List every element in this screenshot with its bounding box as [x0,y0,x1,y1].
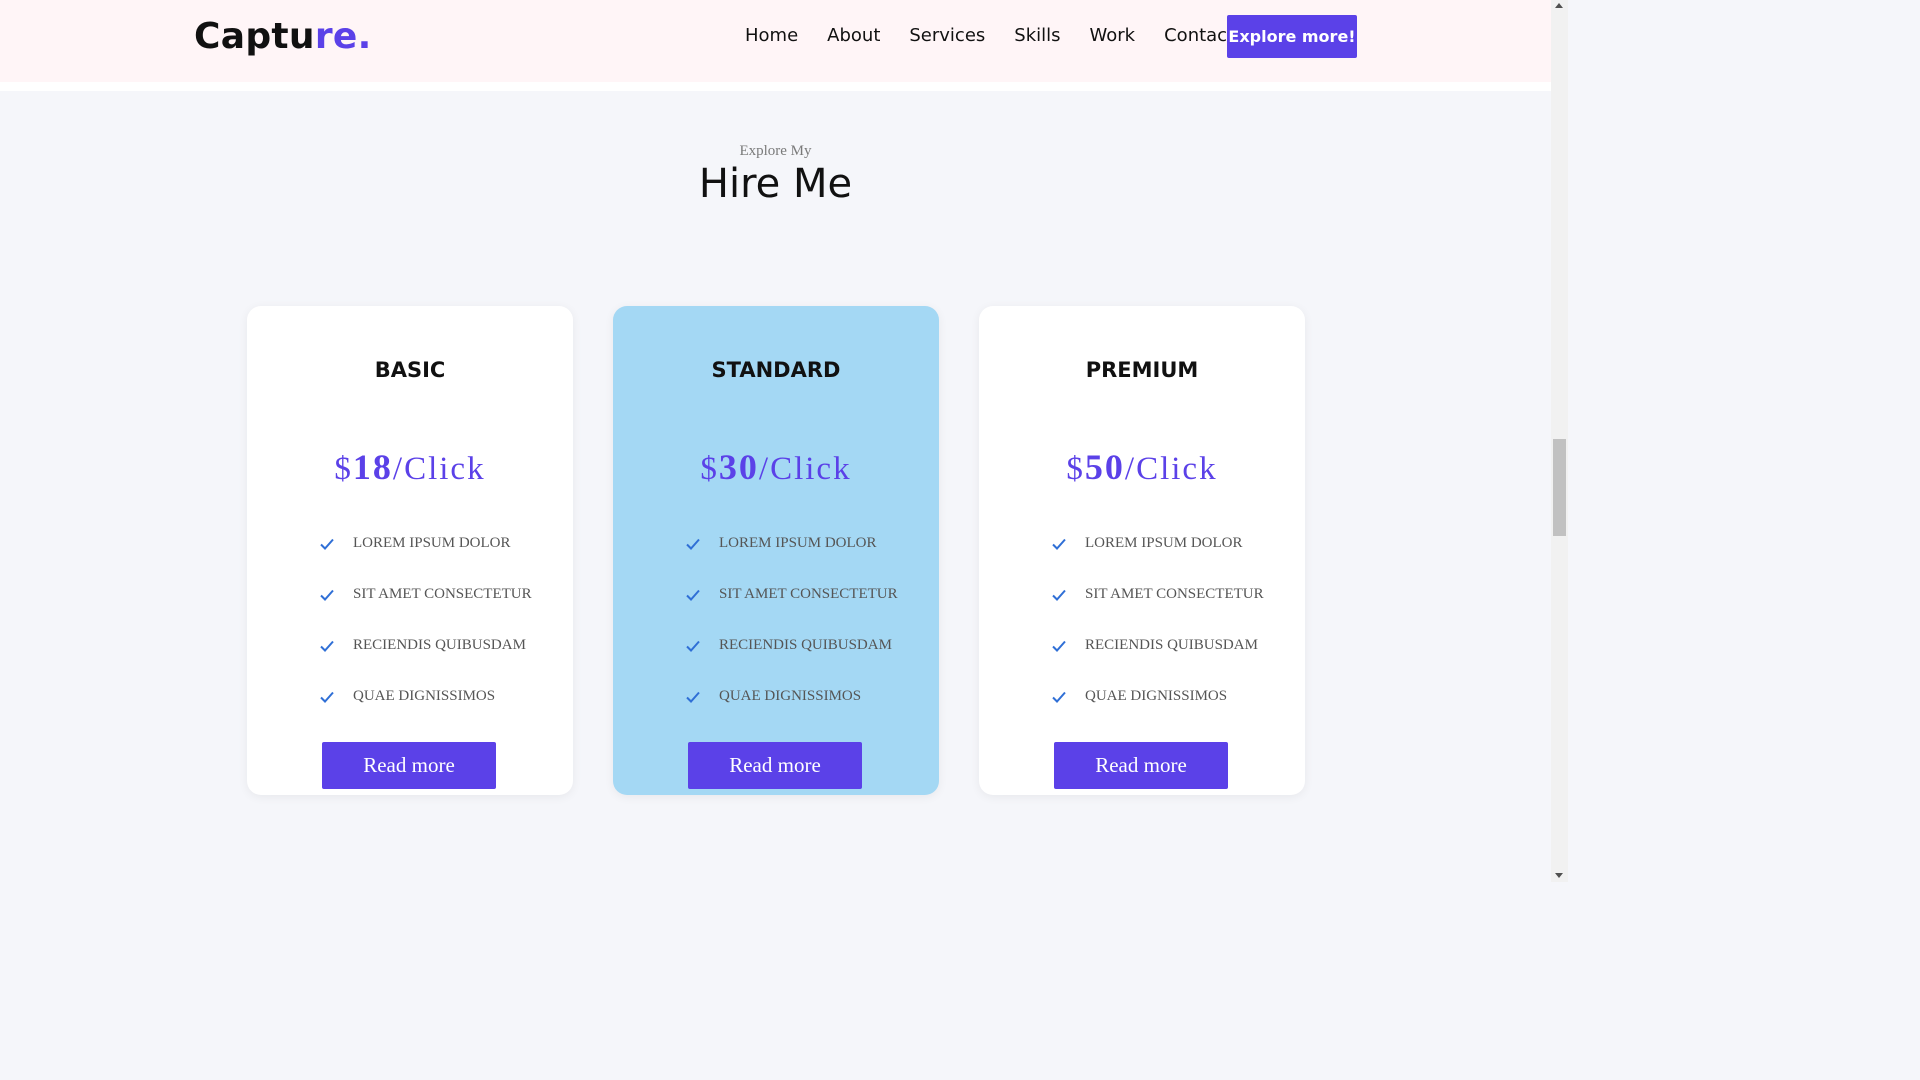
explore-more-button[interactable]: Explore more! [1227,15,1357,58]
feature-item: QUAE DIGNISSIMOS [1051,671,1264,722]
check-icon [320,538,334,550]
feature-item: LOREM IPSUM DOLOR [319,518,532,569]
scroll-up-arrow-icon[interactable] [1555,3,1563,8]
feature-list: LOREM IPSUM DOLOR SIT AMET CONSECTETUR R… [319,518,532,730]
price-unit: /Click [1124,451,1218,487]
feature-item: RECIENDIS QUIBUSDAM [319,620,532,671]
plan-name: PREMIUM [1085,358,1199,382]
check-icon [320,691,334,703]
price-unit: /Click [392,451,486,487]
feature-item: RECIENDIS QUIBUSDAM [685,620,898,671]
pricing-card-standard: STANDARD $30/Click LOREM IPSUM DOLOR SIT… [613,306,939,795]
price-currency: $ [1066,451,1085,487]
feature-item: SIT AMET CONSECTETUR [1051,569,1264,620]
check-icon [686,640,700,652]
navbar: Capture. Home About Services Skills Work… [0,0,1551,82]
feature-text: SIT AMET CONSECTETUR [353,586,532,602]
check-icon [1052,691,1066,703]
scroll-down-arrow-icon[interactable] [1555,873,1563,878]
check-icon [1052,640,1066,652]
feature-item: QUAE DIGNISSIMOS [319,671,532,722]
plan-price: $30/Click [613,446,939,488]
logo-text: Captu [194,16,315,57]
feature-item: SIT AMET CONSECTETUR [319,569,532,620]
feature-list: LOREM IPSUM DOLOR SIT AMET CONSECTETUR R… [685,518,898,730]
price-currency: $ [334,451,353,487]
plan-price: $50/Click [979,446,1305,488]
logo-accent-text: re. [314,16,372,57]
header-divider [0,82,1551,91]
section-subtitle: Explore My [739,143,812,159]
price-amount: 50 [1084,447,1125,487]
price-unit: /Click [758,451,852,487]
feature-list: LOREM IPSUM DOLOR SIT AMET CONSECTETUR R… [1051,518,1264,730]
nav-link-services[interactable]: Services [909,25,985,46]
nav-link-contact[interactable]: Contact [1164,25,1234,46]
feature-text: QUAE DIGNISSIMOS [353,688,496,704]
read-more-button[interactable]: Read more [322,742,496,789]
nav-link-home[interactable]: Home [745,25,798,46]
check-icon [686,589,700,601]
feature-text: LOREM IPSUM DOLOR [719,535,877,551]
feature-text: LOREM IPSUM DOLOR [1085,535,1243,551]
check-icon [1052,538,1066,550]
nav-link-work[interactable]: Work [1090,25,1136,46]
nav-link-about[interactable]: About [827,25,880,46]
feature-text: SIT AMET CONSECTETUR [1085,586,1264,602]
plan-price: $18/Click [247,446,573,488]
feature-item: SIT AMET CONSECTETUR [685,569,898,620]
feature-text: QUAE DIGNISSIMOS [719,688,862,704]
feature-text: QUAE DIGNISSIMOS [1085,688,1228,704]
plan-name: BASIC [374,358,446,382]
section-title: Hire Me [698,161,853,207]
check-icon [320,589,334,601]
feature-item: RECIENDIS QUIBUSDAM [1051,620,1264,671]
check-icon [1052,589,1066,601]
pricing-card-basic: BASIC $18/Click LOREM IPSUM DOLOR SIT AM… [247,306,573,795]
nav-link-skills[interactable]: Skills [1014,25,1060,46]
price-currency: $ [700,451,719,487]
feature-text: RECIENDIS QUIBUSDAM [353,637,526,653]
feature-item: QUAE DIGNISSIMOS [685,671,898,722]
feature-text: RECIENDIS QUIBUSDAM [1085,637,1258,653]
plan-name: STANDARD [711,358,841,382]
pricing-card-premium: PREMIUM $50/Click LOREM IPSUM DOLOR SIT … [979,306,1305,795]
check-icon [686,538,700,550]
logo[interactable]: Capture. [194,16,372,57]
read-more-button[interactable]: Read more [1054,742,1228,789]
scrollbar-thumb[interactable] [1553,439,1566,536]
check-icon [686,691,700,703]
feature-item: LOREM IPSUM DOLOR [1051,518,1264,569]
feature-text: SIT AMET CONSECTETUR [719,586,898,602]
read-more-button[interactable]: Read more [688,742,862,789]
price-amount: 18 [352,447,393,487]
feature-text: LOREM IPSUM DOLOR [353,535,511,551]
feature-text: RECIENDIS QUIBUSDAM [719,637,892,653]
price-amount: 30 [718,447,759,487]
nav-links: Home About Services Skills Work Contact [745,25,1234,46]
check-icon [320,640,334,652]
feature-item: LOREM IPSUM DOLOR [685,518,898,569]
